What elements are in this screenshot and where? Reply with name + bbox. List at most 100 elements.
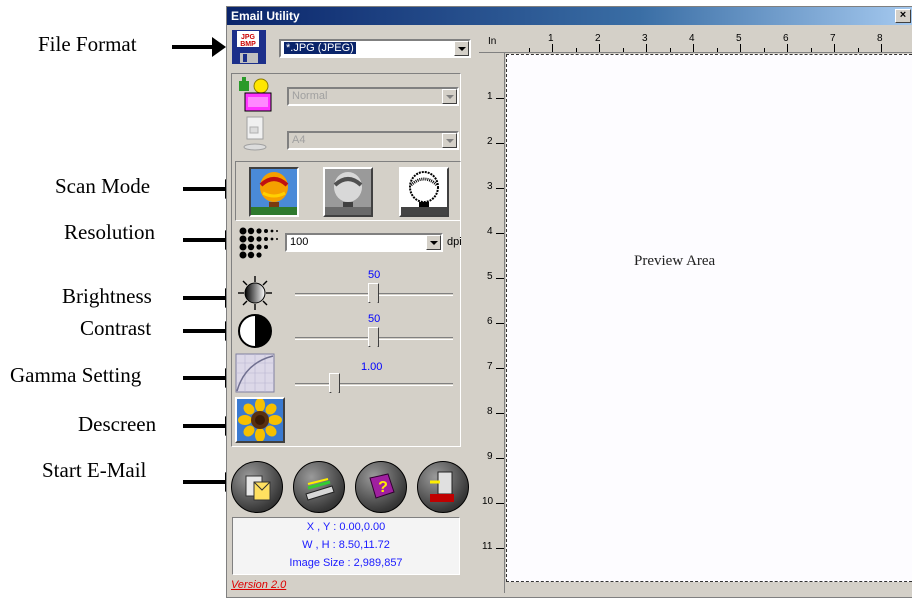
scan-type-select[interactable]: Normal	[287, 87, 459, 106]
ruler-h-tick	[599, 44, 600, 52]
ruler-v-label: 3	[487, 181, 493, 192]
color-mode-button[interactable]	[249, 167, 299, 217]
chevron-down-icon[interactable]	[454, 41, 469, 56]
preview-area-label: Preview Area	[634, 253, 716, 269]
ruler-v-tick	[496, 278, 504, 279]
ruler-h-tick	[787, 44, 788, 52]
callout-arrow	[183, 321, 239, 341]
email-utility-window: Email Utility × JPG BMP *.JPG (JPEG) Nor…	[226, 6, 912, 598]
ruler-h-tick	[810, 48, 812, 52]
callout-scan-mode: Scan Mode	[55, 174, 151, 198]
resolution-select[interactable]: 100	[285, 233, 443, 252]
dot-grid-icon	[239, 227, 279, 263]
descreen-button[interactable]	[235, 397, 285, 443]
ruler-h-label: 1	[548, 33, 554, 44]
callout-arrow	[183, 368, 239, 388]
ruler-v-tick	[496, 548, 504, 549]
ruler-v-label: 10	[482, 496, 494, 507]
preview-area[interactable]: Preview Area	[506, 54, 912, 582]
ruler-v-tick	[496, 323, 504, 324]
ruler-v-label: 8	[487, 406, 493, 417]
ruler-v-tick	[496, 98, 504, 99]
chevron-down-icon[interactable]	[442, 89, 457, 104]
svg-text:JPG: JPG	[241, 34, 256, 41]
ruler-v-label: 4	[487, 226, 493, 237]
brightness-value: 50	[368, 269, 381, 281]
ruler-v-tick	[496, 233, 504, 234]
close-button[interactable]: ×	[895, 9, 911, 23]
ruler-h-tick	[740, 44, 741, 52]
horizontal-ruler: In 1 2 3 4 5 6 7 8	[479, 31, 912, 53]
callout-arrow	[183, 472, 239, 492]
ruler-h-label: 6	[783, 33, 789, 44]
chevron-down-icon[interactable]	[442, 133, 457, 148]
ruler-h-tick	[763, 48, 765, 52]
file-format-value: *.JPG (JPEG)	[284, 42, 356, 54]
start-email-button[interactable]	[231, 461, 283, 513]
ruler-h-tick	[528, 48, 530, 52]
contrast-icon	[237, 313, 273, 349]
ruler-h-tick	[552, 44, 553, 52]
ruler-v-label: 6	[487, 316, 493, 327]
ruler-h-label: 5	[736, 33, 742, 44]
ruler-v-tick	[496, 188, 504, 189]
ruler-h-label: 4	[689, 33, 695, 44]
sun-icon	[237, 275, 273, 311]
contrast-slider-thumb[interactable]	[368, 327, 379, 352]
preview-button[interactable]	[293, 461, 345, 513]
file-format-select[interactable]: *.JPG (JPEG)	[279, 39, 471, 58]
resolution-unit: dpi	[447, 236, 462, 248]
ruler-v-tick	[496, 503, 504, 504]
callout-file-format: File Format	[38, 32, 137, 56]
contrast-value: 50	[368, 313, 381, 325]
ruler-v-label: 5	[487, 271, 493, 282]
callout-start-email: Start E-Mail	[42, 458, 147, 482]
ruler-v-label: 2	[487, 136, 493, 147]
exit-door-icon	[430, 471, 454, 502]
callout-arrow	[183, 416, 239, 436]
ruler-h-label: 7	[830, 33, 836, 44]
scan-type-value: Normal	[292, 90, 328, 102]
gamma-slider-thumb[interactable]	[329, 373, 340, 398]
ruler-h-tick	[575, 48, 577, 52]
ruler-v-label: 7	[487, 361, 493, 372]
paper-size-value: A4	[292, 134, 306, 146]
ruler-h-tick	[669, 48, 671, 52]
gamma-slider-track[interactable]	[295, 383, 453, 386]
brightness-slider-thumb[interactable]	[368, 283, 379, 308]
ruler-h-tick	[834, 44, 835, 52]
ruler-h-tick	[881, 44, 882, 52]
svg-text:?: ?	[378, 479, 388, 496]
exit-button[interactable]	[417, 461, 469, 513]
gamma-value: 1.00	[361, 361, 383, 373]
svg-text:BMP: BMP	[240, 41, 256, 48]
ruler-h-tick	[693, 44, 694, 52]
ruler-h-tick	[716, 48, 718, 52]
ruler-v-tick	[496, 143, 504, 144]
ruler-unit: In	[488, 36, 497, 47]
callout-contrast: Contrast	[80, 316, 152, 340]
title-bar[interactable]: Email Utility ×	[227, 7, 912, 25]
email-send-icon	[245, 475, 271, 501]
ruler-v-tick	[496, 458, 504, 459]
help-button[interactable]: ?	[355, 461, 407, 513]
ruler-h-label: 2	[595, 33, 601, 44]
version-label: Version 2.0	[231, 579, 287, 591]
ruler-v-label: 11	[482, 541, 493, 552]
ruler-v-label: 9	[487, 451, 493, 462]
help-book-icon: ?	[369, 473, 395, 499]
chevron-down-icon[interactable]	[426, 235, 441, 250]
jpg-bmp-floppy-icon: JPG BMP	[231, 29, 267, 65]
callout-gamma: Gamma Setting	[10, 363, 142, 387]
vertical-ruler: 1 2 3 4 5 6 7 8 9 10 11	[479, 53, 505, 593]
ruler-h-tick	[646, 44, 647, 52]
paper-size-select[interactable]: A4	[287, 131, 459, 150]
lineart-mode-button[interactable]	[399, 167, 449, 217]
grayscale-mode-button[interactable]	[323, 167, 373, 217]
ruler-v-tick	[496, 413, 504, 414]
callout-arrow	[172, 37, 226, 57]
ruler-h-tick	[622, 48, 624, 52]
callout-arrow	[183, 230, 239, 250]
callout-resolution: Resolution	[64, 220, 156, 244]
ruler-h-label: 3	[642, 33, 648, 44]
